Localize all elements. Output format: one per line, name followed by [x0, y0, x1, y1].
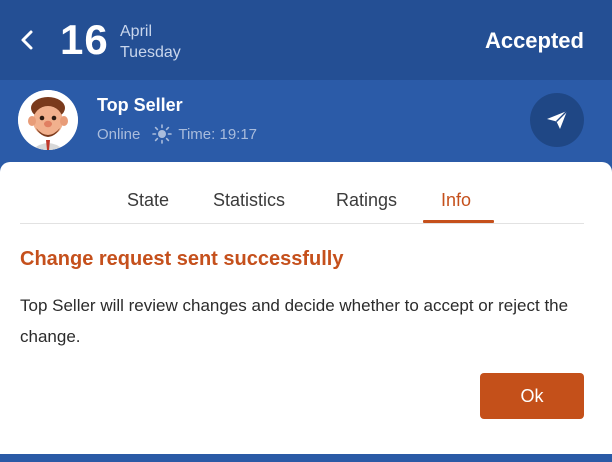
avatar-image: [18, 90, 78, 150]
weekday-label: Tuesday: [120, 44, 181, 61]
seller-name: Top Seller: [97, 95, 183, 115]
tab-bar: State Statistics Ratings Info: [20, 180, 584, 224]
message-body: Top Seller will review changes and decid…: [20, 296, 569, 346]
top-bar: 16 April Tuesday Accepted: [0, 0, 612, 80]
back-button[interactable]: [16, 26, 38, 54]
avatar[interactable]: [18, 90, 78, 150]
sun-icon: [152, 124, 173, 144]
active-tab-indicator: [423, 220, 494, 223]
date-subtitle: April Tuesday: [120, 22, 181, 64]
send-message-button[interactable]: [530, 93, 584, 147]
tab-ratings[interactable]: Ratings: [336, 190, 397, 211]
message-title: Change request sent successfully: [20, 248, 344, 270]
tab-state[interactable]: State: [127, 190, 169, 211]
seller-meta: Online Time: 19:17: [97, 124, 257, 144]
bottom-strip: [0, 454, 612, 462]
tab-info[interactable]: Info: [441, 190, 471, 211]
day-number: 16: [60, 16, 109, 63]
tab-statistics[interactable]: Statistics: [213, 190, 285, 211]
chevron-left-icon: [21, 30, 33, 50]
month-label: April: [120, 23, 153, 40]
status-label: Accepted: [484, 28, 584, 53]
online-status: Online: [97, 125, 141, 143]
send-icon: [547, 110, 568, 129]
seller-row: Top Seller Online Time: 19:17: [0, 80, 612, 162]
time-label: Time: 19:17: [178, 125, 258, 143]
ok-button[interactable]: Ok: [480, 373, 584, 419]
info-card: State Statistics Ratings Info Change req…: [0, 162, 612, 454]
